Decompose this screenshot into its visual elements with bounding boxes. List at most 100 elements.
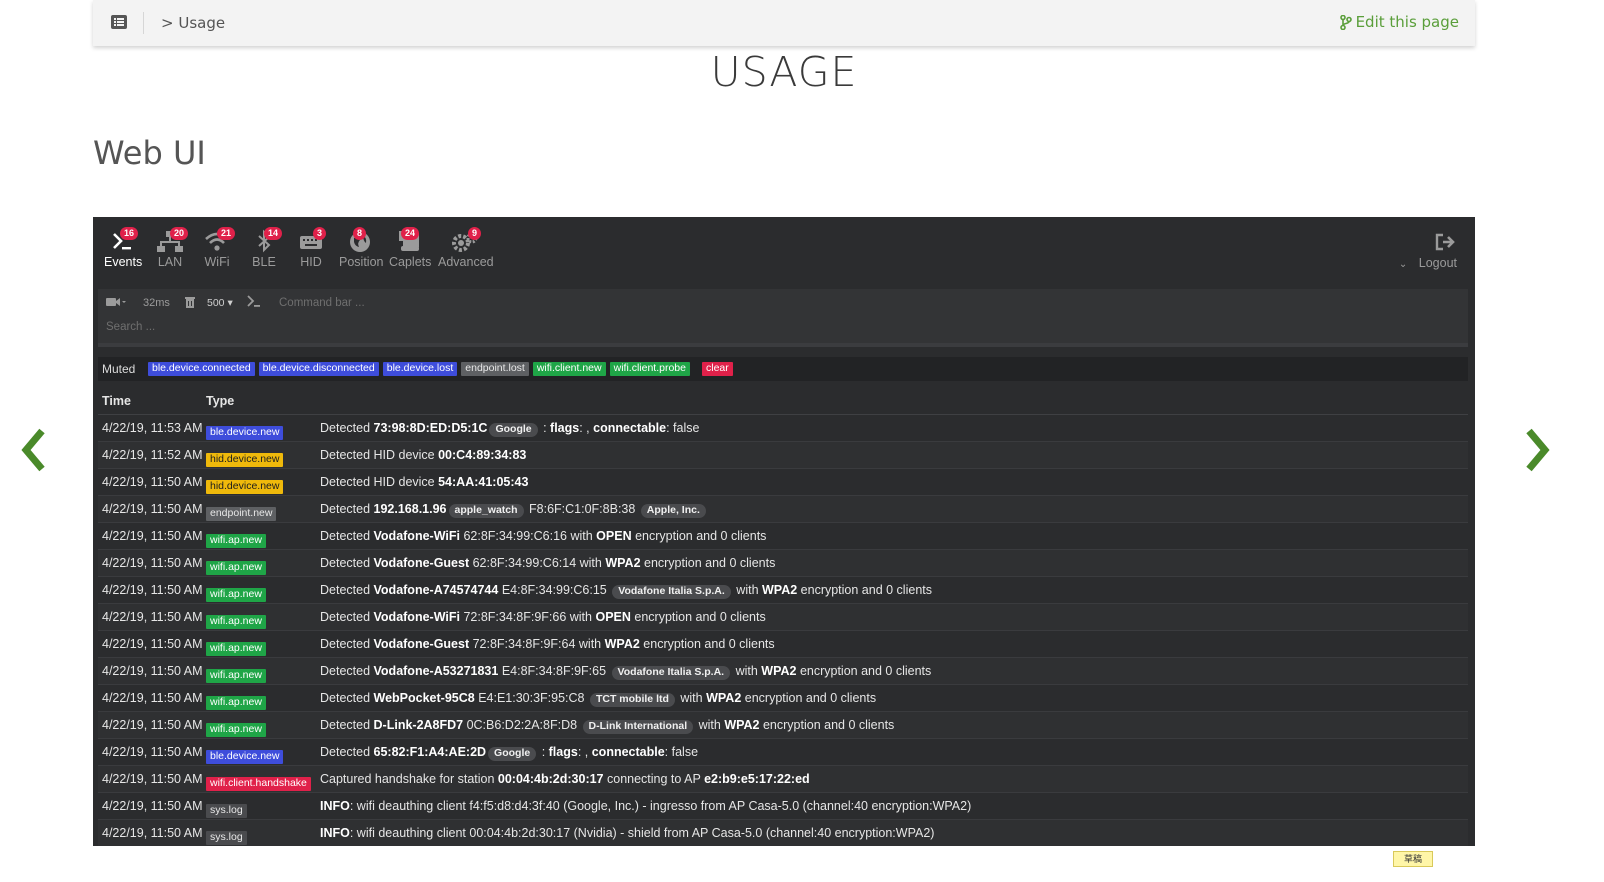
event-message: Detected Vodafone-WiFi 72:8F:34:8F:9F:66… <box>320 610 766 624</box>
message-text: 72:8F:34:8F:9F:64 with <box>469 637 605 651</box>
event-type-tag[interactable]: ble.device.new <box>206 426 284 440</box>
prompt-icon <box>246 294 262 311</box>
tab-position[interactable]: 8 Position <box>339 227 383 269</box>
event-message: INFO: wifi deauthing client f4:f5:d8:d4:… <box>320 799 971 813</box>
edit-page-label: Edit this page <box>1355 13 1459 31</box>
globe-icon: 8 <box>339 227 381 253</box>
event-time: 4/22/19, 11:50 AM <box>102 718 203 732</box>
tab-events[interactable]: 16 Events <box>104 227 142 269</box>
table-row[interactable]: 4/22/19, 11:50 AM wifi.ap.new Detected Vod… <box>98 658 1468 685</box>
event-type-tag[interactable]: hid.device.new <box>206 453 284 467</box>
muted-events-bar: Muted ble.device.connected ble.device.di… <box>98 357 1468 381</box>
table-row[interactable]: 4/22/19, 11:50 AM hid.device.new Detected … <box>98 469 1468 496</box>
table-row[interactable]: 4/22/19, 11:50 AM wifi.ap.new Detected Web… <box>98 685 1468 712</box>
table-row[interactable]: 4/22/19, 11:53 AM ble.device.new Detected … <box>98 415 1468 442</box>
tab-badge: 14 <box>264 227 283 240</box>
event-type-tag[interactable]: wifi.ap.new <box>206 534 266 548</box>
event-type-tag[interactable]: wifi.ap.new <box>206 588 266 602</box>
event-type-tag[interactable]: sys.log <box>206 804 247 818</box>
command-input[interactable]: Command bar ... <box>279 297 365 309</box>
col-header-type[interactable]: Type <box>206 394 234 408</box>
table-row[interactable]: 4/22/19, 11:50 AM ble.device.new Detected … <box>98 739 1468 766</box>
muted-tag[interactable]: ble.device.disconnected <box>258 362 379 376</box>
table-row[interactable]: 4/22/19, 11:50 AM wifi.ap.new Detected Vod… <box>98 604 1468 631</box>
table-row[interactable]: 4/22/19, 11:50 AM wifi.ap.new Detected D-L… <box>98 712 1468 739</box>
clear-muted-button[interactable]: clear <box>701 362 733 376</box>
tab-ble[interactable]: 14 BLE <box>252 227 283 269</box>
table-row[interactable]: 4/22/19, 11:50 AM sys.log INFO: wifi deaut… <box>98 820 1468 846</box>
table-row[interactable]: 4/22/19, 11:50 AM wifi.ap.new Detected Vod… <box>98 550 1468 577</box>
collapse-icon[interactable]: ⌄ <box>1399 259 1407 270</box>
muted-tag[interactable]: wifi.client.probe <box>609 362 690 376</box>
menu-list-icon[interactable] <box>111 15 127 29</box>
next-page-arrow-icon[interactable] <box>1523 427 1553 473</box>
vendor-pill: Google <box>489 423 538 437</box>
col-header-time[interactable]: Time <box>102 394 131 408</box>
message-text: E4:8F:34:8F:9F:65 <box>498 664 610 678</box>
table-row[interactable]: 4/22/19, 11:50 AM wifi.ap.new Detected Vod… <box>98 523 1468 550</box>
tab-advanced[interactable]: 9 Advanced <box>438 227 494 269</box>
network-icon: 20 <box>157 227 189 253</box>
header-divider <box>143 12 144 34</box>
message-bold: 65:82:F1:A4:AE:2D <box>373 745 487 759</box>
event-type-cell: wifi.ap.new <box>206 557 266 575</box>
message-text: Detected <box>320 421 374 435</box>
keyboard-icon: 3 <box>299 227 327 253</box>
tab-hid[interactable]: 3 HID <box>299 227 327 269</box>
event-type-tag[interactable]: hid.device.new <box>206 480 284 494</box>
event-type-tag[interactable]: wifi.ap.new <box>206 723 266 737</box>
event-type-tag[interactable]: endpoint.new <box>206 507 277 521</box>
event-time: 4/22/19, 11:50 AM <box>102 502 203 516</box>
message-text: : false <box>664 745 699 759</box>
table-row[interactable]: 4/22/19, 11:52 AM hid.device.new Detected … <box>98 442 1468 469</box>
event-type-cell: wifi.client.handshake <box>206 773 311 791</box>
table-row[interactable]: 4/22/19, 11:50 AM sys.log INFO: wifi deaut… <box>98 793 1468 820</box>
refresh-interval[interactable]: 32ms <box>143 297 170 309</box>
message-text: 62:8F:34:99:C6:14 with <box>469 556 606 570</box>
trash-icon[interactable] <box>185 296 195 311</box>
event-limit-select[interactable]: 500 ▾ <box>207 297 233 309</box>
message-text: Detected <box>320 718 374 732</box>
tab-wifi[interactable]: 21 WiFi <box>203 227 236 269</box>
logout-button[interactable]: ⌄ Logout <box>1399 233 1457 270</box>
event-type-tag[interactable]: wifi.ap.new <box>206 696 266 710</box>
tab-caplets[interactable]: 24 Caplets <box>389 227 431 269</box>
muted-tag-list: ble.device.connected ble.device.disconne… <box>148 362 733 376</box>
message-bold: Vodafone-Guest <box>373 637 470 651</box>
muted-tag[interactable]: ble.device.lost <box>382 362 458 376</box>
message-text: : wifi deauthing client 00:04:4b:2d:30:1… <box>349 826 935 840</box>
message-text: : false <box>666 421 700 435</box>
muted-tag[interactable]: ble.device.connected <box>148 362 255 376</box>
event-message: Detected WebPocket-95C8 E4:E1:30:3F:95:C… <box>320 691 876 707</box>
event-type-tag[interactable]: wifi.ap.new <box>206 669 266 683</box>
tab-badge: 3 <box>313 227 327 240</box>
event-type-cell: wifi.ap.new <box>206 719 266 737</box>
record-icon[interactable] <box>105 295 129 312</box>
event-type-tag[interactable]: wifi.ap.new <box>206 642 266 656</box>
message-text: Detected HID device <box>320 475 439 489</box>
tab-lan[interactable]: 20 LAN <box>157 227 189 269</box>
table-row[interactable]: 4/22/19, 11:50 AM wifi.client.handshake Ca… <box>98 766 1468 793</box>
event-type-tag[interactable]: wifi.ap.new <box>206 615 266 629</box>
muted-tag[interactable]: wifi.client.new <box>532 362 606 376</box>
prev-page-arrow-icon[interactable] <box>18 427 48 473</box>
tab-badge: 9 <box>468 227 482 240</box>
event-type-tag[interactable]: ble.device.new <box>206 750 284 764</box>
tab-badge: 21 <box>217 227 236 240</box>
search-input[interactable]: Search ... <box>106 321 155 333</box>
message-text: encryption and 0 clients <box>639 637 775 651</box>
event-type-tag[interactable]: wifi.client.handshake <box>206 777 311 791</box>
breadcrumb[interactable]: > Usage <box>161 14 225 32</box>
table-row[interactable]: 4/22/19, 11:50 AM wifi.ap.new Detected Vod… <box>98 577 1468 604</box>
message-text: encryption and 0 clients <box>640 556 776 570</box>
message-text: encryption and 0 clients <box>630 610 766 624</box>
message-bold: Vodafone-WiFi <box>373 529 460 543</box>
table-row[interactable]: 4/22/19, 11:50 AM wifi.ap.new Detected Vod… <box>98 631 1468 658</box>
muted-tag[interactable]: endpoint.lost <box>461 362 529 376</box>
message-bold: WPA2 <box>761 664 797 678</box>
table-row[interactable]: 4/22/19, 11:50 AM endpoint.new Detected 19… <box>98 496 1468 523</box>
event-type-tag[interactable]: sys.log <box>206 831 247 845</box>
event-type-cell: endpoint.new <box>206 503 277 521</box>
event-type-tag[interactable]: wifi.ap.new <box>206 561 266 575</box>
edit-page-link[interactable]: Edit this page <box>1339 13 1459 31</box>
